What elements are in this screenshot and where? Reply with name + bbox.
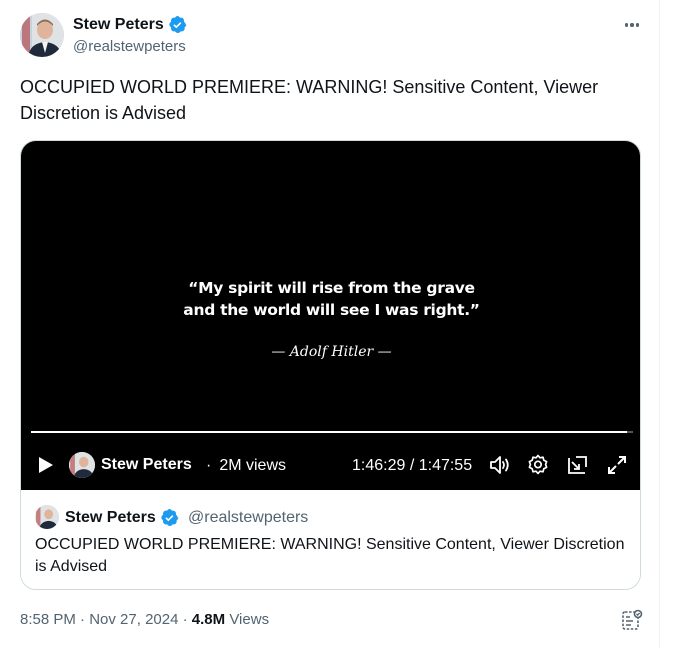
fullscreen-icon[interactable] [605,453,629,477]
quoted-post[interactable]: Stew Peters @realstewpeters OCCUPIED WOR… [21,490,640,589]
post-meta: 8:58 PM · Nov 27, 2024 · 4.8M Views [20,611,269,628]
views-count: 2M views [219,457,287,474]
video-controls: Stew Peters · 2M views 1:46:29 / 1:47:55 [21,447,640,483]
column-divider [659,0,660,648]
quoted-author-name: Stew Peters [65,508,179,527]
channel-avatar[interactable] [69,452,95,478]
avatar-image [20,13,64,57]
verified-badge-icon [169,16,187,33]
more-options-button[interactable] [620,14,644,36]
quoted-text: OCCUPIED WORLD PREMIERE: WARNING! Sensit… [35,536,625,575]
views-total: 4.8M [191,611,226,628]
views-separator: · [206,457,212,474]
video-quote-line2: and the world will see I was right.” [183,301,480,319]
tweet-text: OCCUPIED WORLD PREMIERE: WARNING! Sensit… [20,77,599,123]
video-views: · 2M views [206,457,286,475]
author-name[interactable]: Stew Peters [73,15,187,34]
more-dot [630,23,634,27]
play-button[interactable] [35,455,55,475]
analytics-icon[interactable] [620,608,644,632]
meta-separator: · [178,611,192,628]
channel-name[interactable]: Stew Peters [101,456,192,474]
video-quote-author: — Adolf Hitler — [271,344,392,360]
pip-icon[interactable] [566,453,590,477]
volume-icon[interactable] [488,453,512,477]
views-label: Views [225,611,270,628]
post-time[interactable]: 8:58 PM [20,611,76,628]
video-progress-fill [31,431,627,433]
meta-separator: · [75,611,90,628]
video-time: 1:46:29 / 1:47:55 [352,457,473,474]
video-progress-bar[interactable] [31,431,633,433]
video-quote: “My spirit will rise from the grave and … [21,277,640,321]
quoted-author-handle: @realstewpeters [188,509,309,526]
avatar-image [69,452,95,478]
play-icon [39,457,53,473]
more-horizontal-icon [624,23,629,27]
avatar-image [35,505,59,529]
quoted-author-avatar [35,505,59,529]
author-handle[interactable]: @realstewpeters [73,38,186,55]
settings-icon[interactable] [526,453,550,477]
more-dot [635,23,640,27]
verified-badge-icon [161,509,179,526]
author-avatar[interactable] [20,13,64,57]
video-quote-line1: “My spirit will rise from the grave [188,279,475,297]
video-player[interactable]: “My spirit will rise from the grave and … [21,141,640,490]
media-card: “My spirit will rise from the grave and … [20,140,641,590]
post-date[interactable]: Nov 27, 2024 [89,611,178,628]
